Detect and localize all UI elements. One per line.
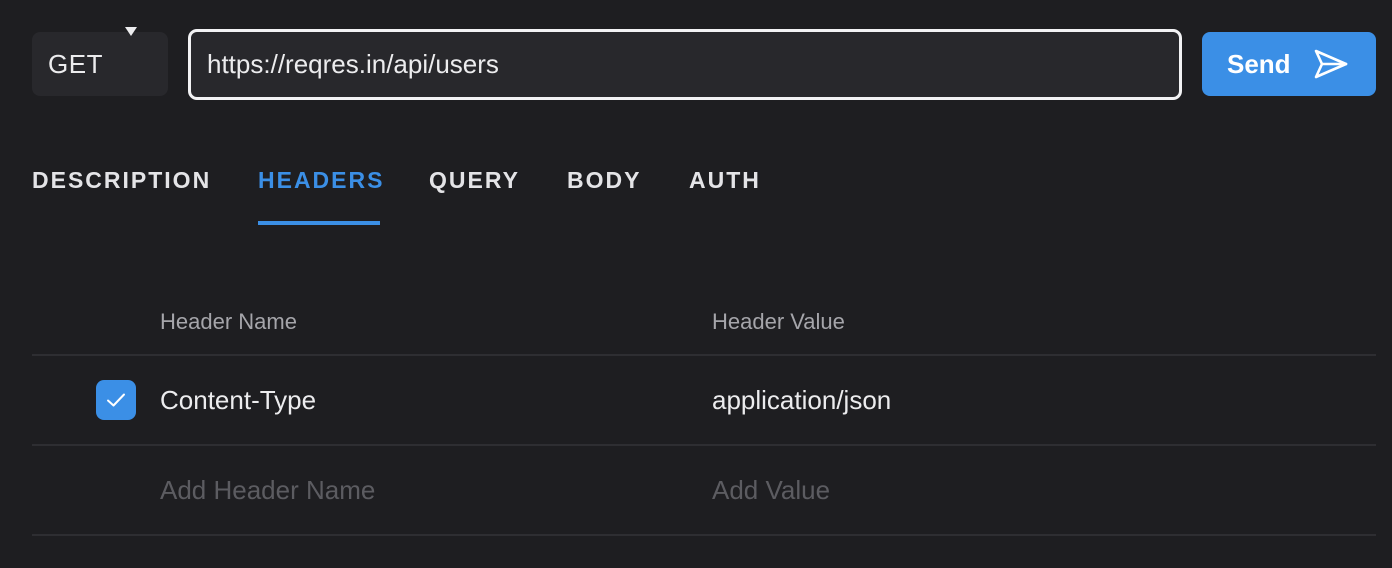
header-value-cell[interactable]: application/json: [712, 382, 891, 418]
url-input[interactable]: [188, 29, 1182, 100]
table-divider: [32, 354, 1376, 356]
active-tab-indicator: [258, 221, 380, 225]
send-button[interactable]: Send: [1202, 32, 1376, 96]
method-label: GET: [48, 48, 103, 79]
paper-plane-icon[interactable]: [1313, 46, 1349, 82]
add-header-name-input[interactable]: [160, 470, 660, 510]
tab-headers[interactable]: HEADERS: [258, 164, 384, 196]
table-divider: [32, 534, 1376, 536]
tab-query[interactable]: QUERY: [429, 164, 520, 196]
header-name-cell[interactable]: Content-Type: [160, 382, 316, 418]
add-header-value-input[interactable]: [712, 470, 1312, 510]
tab-body[interactable]: BODY: [567, 164, 641, 196]
header-enabled-checkbox[interactable]: [96, 380, 136, 420]
send-label: Send: [1227, 48, 1291, 79]
caret-down-icon[interactable]: [125, 27, 137, 36]
tab-auth[interactable]: AUTH: [689, 164, 761, 196]
check-icon: [107, 393, 125, 407]
header-name-column-heading: Header Name: [160, 309, 297, 334]
table-divider: [32, 444, 1376, 446]
request-editor: GET Send DESCRIPTION HEADERS QUERY BODY …: [0, 0, 1392, 568]
header-value-column-heading: Header Value: [712, 309, 845, 334]
method-select[interactable]: GET: [32, 32, 168, 96]
tab-description[interactable]: DESCRIPTION: [32, 164, 211, 196]
